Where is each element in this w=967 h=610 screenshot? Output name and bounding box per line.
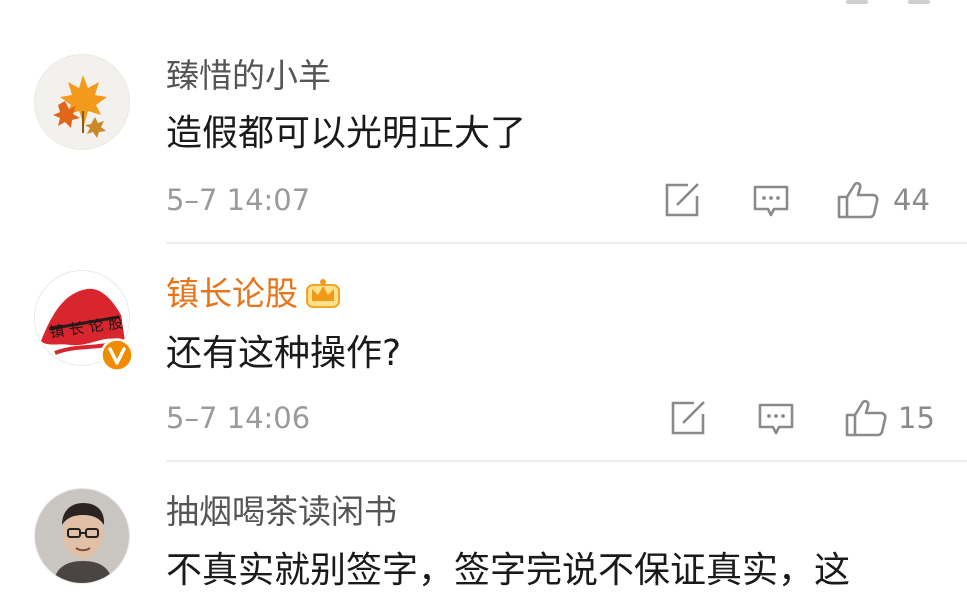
like-icon[interactable] bbox=[844, 398, 888, 438]
like-count: 44 bbox=[893, 183, 930, 217]
like-icon[interactable] bbox=[836, 180, 880, 220]
person-photo-avatar bbox=[35, 489, 129, 583]
share-icon[interactable] bbox=[664, 182, 702, 218]
avatar[interactable] bbox=[34, 54, 130, 150]
comment-text: 还有这种操作? bbox=[166, 333, 402, 374]
share-icon[interactable] bbox=[670, 400, 708, 436]
comment-icon[interactable] bbox=[752, 184, 790, 220]
avatar[interactable] bbox=[34, 488, 130, 584]
like-count: 15 bbox=[898, 401, 935, 435]
comment-item: 抽烟喝茶读闲书 不真实就别签字，签字完说不保证真实，这 bbox=[0, 462, 967, 610]
comment-text: 造假都可以光明正大了 bbox=[166, 113, 527, 154]
maple-leaf-icon bbox=[35, 55, 129, 149]
timestamp: 5–7 14:06 bbox=[166, 401, 311, 435]
crown-icon bbox=[306, 279, 340, 308]
timestamp: 5–7 14:07 bbox=[166, 183, 311, 217]
username[interactable]: 镇长论股 bbox=[166, 274, 342, 314]
verified-badge-icon bbox=[100, 338, 134, 372]
comment-text: 不真实就别签字，签字完说不保证真实，这 bbox=[166, 550, 851, 591]
comment-item: 镇 长 论 股 镇长论股 还有这种操作? 5–7 14:06 15 bbox=[0, 244, 967, 462]
comment-item: 臻惜的小羊 造假都可以光明正大了 5–7 14:07 44 bbox=[0, 0, 967, 244]
username[interactable]: 抽烟喝茶读闲书 bbox=[166, 492, 397, 532]
comment-icon[interactable] bbox=[757, 402, 795, 438]
username-text: 镇长论股 bbox=[166, 274, 298, 313]
username[interactable]: 臻惜的小羊 bbox=[166, 56, 331, 96]
